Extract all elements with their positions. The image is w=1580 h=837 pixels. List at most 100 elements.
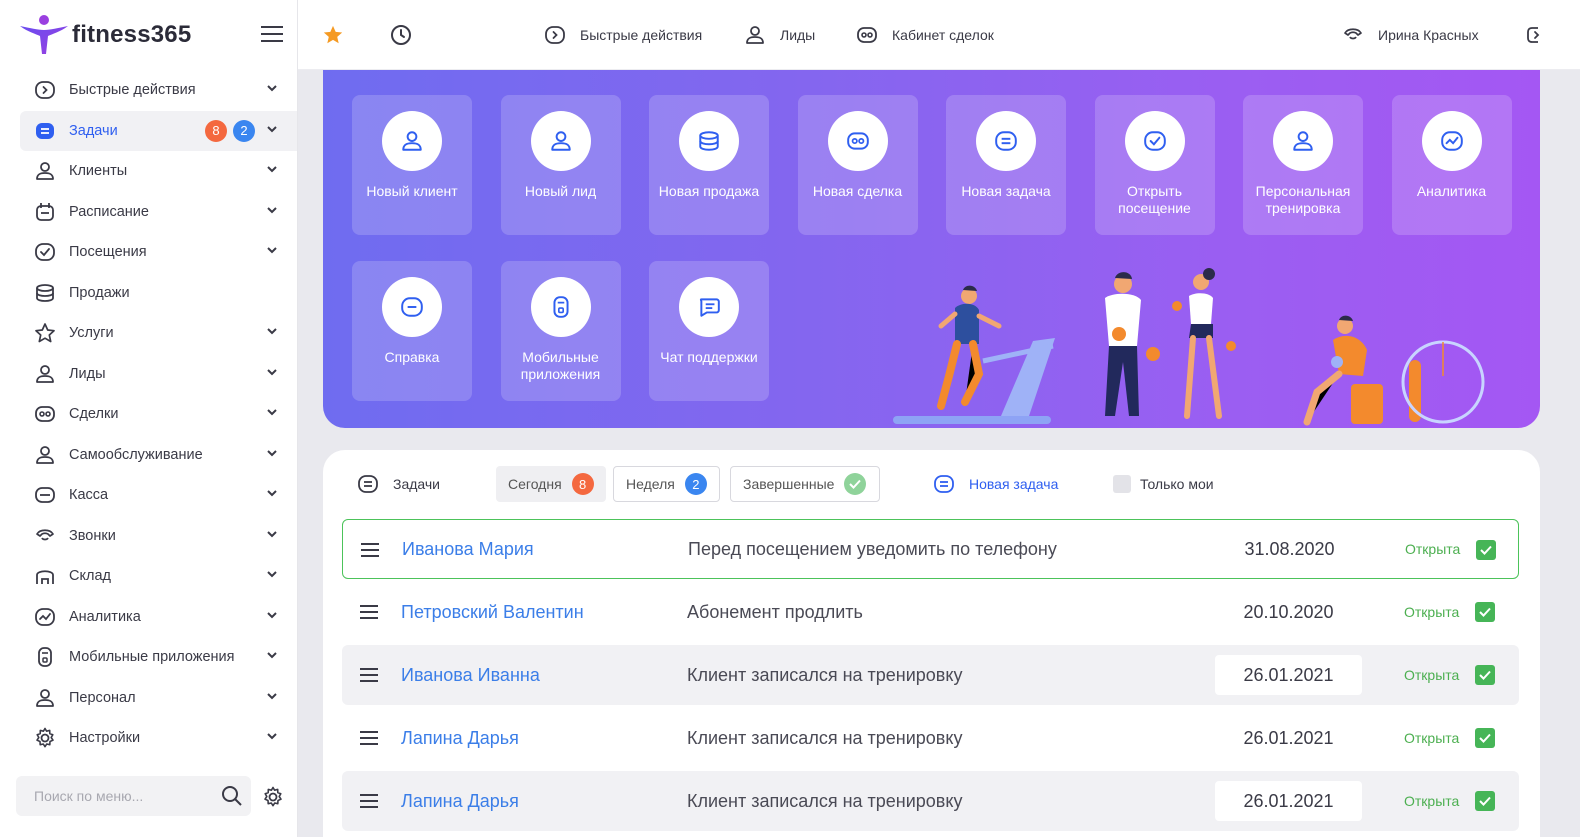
task-client-link[interactable]: Петровский Валентин xyxy=(401,602,584,623)
sidebar-item[interactable]: Настройки xyxy=(0,718,297,759)
task-complete-checkbox[interactable] xyxy=(1475,665,1495,685)
sidebar-item[interactable]: Посещения xyxy=(0,232,297,273)
tile-icon-circle xyxy=(1421,111,1482,171)
calendar-icon xyxy=(34,201,56,223)
quick-action-tile[interactable]: Мобильные приложения xyxy=(500,261,621,401)
topbar-quick-actions[interactable]: Быстрые действия xyxy=(544,0,702,70)
favorites-button[interactable] xyxy=(322,0,344,70)
task-client-link[interactable]: Иванова Мария xyxy=(402,539,534,560)
quick-action-tile[interactable]: Новый клиент xyxy=(352,95,472,235)
task-date: 26.01.2021 xyxy=(1243,727,1334,748)
only-mine-checkbox[interactable] xyxy=(1113,475,1131,493)
tasks-toolbar: Задачи Сегодня 8 Неделя 2 Завершенные Но… xyxy=(323,466,1540,502)
tab-today[interactable]: Сегодня 8 xyxy=(496,466,606,502)
sidebar-item[interactable]: Услуги xyxy=(0,313,297,354)
tab-completed[interactable]: Завершенные xyxy=(730,466,880,502)
tile-label: Новый лид xyxy=(524,183,597,199)
sidebar-item[interactable]: Быстрые действия xyxy=(0,70,297,111)
task-complete-checkbox[interactable] xyxy=(1475,728,1495,748)
chevron-down-icon[interactable] xyxy=(267,652,277,659)
chevron-down-icon[interactable] xyxy=(267,571,277,578)
chevron-down-icon[interactable] xyxy=(267,85,277,92)
menu-search-input[interactable] xyxy=(16,788,206,804)
quick-action-tile[interactable]: Новая продажа xyxy=(649,95,769,235)
quick-action-tile[interactable]: Новая сделка xyxy=(797,95,918,235)
task-row[interactable]: Лапина Дарья Клиент записался на трениров… xyxy=(342,771,1519,831)
task-row[interactable]: Иванова Иванна Клиент записался на тренир… xyxy=(342,645,1519,705)
sidebar-item[interactable]: Касса xyxy=(0,475,297,516)
sidebar-item[interactable]: Аналитика xyxy=(0,597,297,638)
task-client-link[interactable]: Иванова Иванна xyxy=(401,665,540,686)
user-menu[interactable]: Ирина Красных xyxy=(1342,0,1479,70)
quick-action-tile[interactable]: Чат поддержки xyxy=(649,261,769,401)
tile-label: Справка xyxy=(384,349,440,365)
task-row[interactable]: Лапина Дарья Клиент записался на трениров… xyxy=(342,708,1519,768)
task-complete-checkbox[interactable] xyxy=(1475,602,1495,622)
tasks-icon xyxy=(358,475,378,493)
history-button[interactable] xyxy=(390,0,412,70)
sidebar-item[interactable]: Мобильные приложения xyxy=(0,637,297,678)
check-icon xyxy=(1480,545,1492,555)
topbar-deals-cabinet[interactable]: Кабинет сделок xyxy=(856,0,994,70)
task-client-link[interactable]: Лапина Дарья xyxy=(401,791,519,812)
logout-button[interactable] xyxy=(1524,0,1546,70)
new-task-button[interactable]: Новая задача xyxy=(933,466,1058,502)
chevron-down-icon[interactable] xyxy=(267,611,277,619)
sidebar-item[interactable]: Расписание xyxy=(0,192,297,233)
quick-action-tile[interactable]: Справка xyxy=(352,261,472,401)
quick-action-tile[interactable]: Новый лид xyxy=(500,95,621,235)
chevron-down-icon[interactable] xyxy=(267,449,277,457)
task-row[interactable]: Иванова Мария Перед посещением уведомить … xyxy=(342,519,1519,579)
sidebar-item[interactable]: Звонки xyxy=(0,516,297,557)
drag-handle-icon[interactable] xyxy=(360,794,378,808)
menu-toggle-icon[interactable] xyxy=(261,25,283,43)
sidebar-item[interactable]: Лиды xyxy=(0,354,297,395)
search-icon[interactable] xyxy=(221,785,243,807)
task-row[interactable]: Петровский Валентин Абонемент продлить 20.… xyxy=(342,582,1519,642)
tab-week[interactable]: Неделя 2 xyxy=(613,466,720,502)
task-complete-checkbox[interactable] xyxy=(1476,540,1496,560)
sidebar-item-label: Мобильные приложения xyxy=(69,649,235,666)
drag-handle-icon[interactable] xyxy=(361,543,379,557)
logo[interactable]: fitness365 xyxy=(0,0,297,70)
only-mine-toggle[interactable]: Только мои xyxy=(1113,466,1214,502)
chevron-down-icon[interactable] xyxy=(267,125,277,133)
topbar-leads[interactable]: Лиды xyxy=(744,0,815,70)
tasks-panel: Задачи Сегодня 8 Неделя 2 Завершенные Но… xyxy=(323,450,1540,837)
quick-action-tile[interactable]: Аналитика xyxy=(1391,95,1512,235)
chevron-down-icon[interactable] xyxy=(267,409,277,416)
task-status: Открыта xyxy=(1404,667,1460,683)
chevron-down-icon[interactable] xyxy=(267,530,277,538)
task-client-link[interactable]: Лапина Дарья xyxy=(401,728,519,749)
chevron-down-icon[interactable] xyxy=(267,247,277,254)
drag-handle-icon[interactable] xyxy=(360,668,378,682)
chevron-down-icon[interactable] xyxy=(267,166,277,173)
quick-action-tile[interactable]: Открыть посещение xyxy=(1094,95,1215,235)
sidebar-item[interactable]: Сделки xyxy=(0,394,297,435)
drag-handle-icon[interactable] xyxy=(360,605,378,619)
user-phone-icon xyxy=(1344,28,1362,40)
check-icon xyxy=(1479,733,1491,743)
chevron-down-icon[interactable] xyxy=(267,368,277,376)
task-description: Клиент записался на тренировку xyxy=(687,727,963,748)
task-complete-checkbox[interactable] xyxy=(1475,791,1495,811)
sidebar-item[interactable]: Персонал xyxy=(0,678,297,719)
gear-icon[interactable] xyxy=(262,786,284,808)
chevron-down-icon[interactable] xyxy=(267,490,277,497)
task-description: Перед посещением уведомить по телефону xyxy=(688,538,1057,559)
tile-label: Чат поддержки xyxy=(660,349,758,365)
sidebar-item[interactable]: Продажи xyxy=(0,273,297,314)
chevron-down-icon[interactable] xyxy=(267,692,277,700)
sidebar-item[interactable]: Клиенты xyxy=(0,151,297,192)
chevron-down-icon[interactable] xyxy=(267,733,277,740)
tab-completed-label: Завершенные xyxy=(743,476,835,492)
drag-handle-icon[interactable] xyxy=(360,731,378,745)
quick-action-tile[interactable]: Персональная тренировка xyxy=(1243,95,1363,235)
chevron-down-icon[interactable] xyxy=(267,206,277,214)
quick-action-tile[interactable]: Новая задача xyxy=(946,95,1066,235)
sidebar-item[interactable]: Склад xyxy=(0,556,297,597)
sidebar-item[interactable]: Самообслуживание xyxy=(0,435,297,476)
user-icon xyxy=(34,363,56,385)
chevron-down-icon[interactable] xyxy=(267,328,277,335)
sidebar-item[interactable]: Задачи 8 2 xyxy=(20,110,297,151)
